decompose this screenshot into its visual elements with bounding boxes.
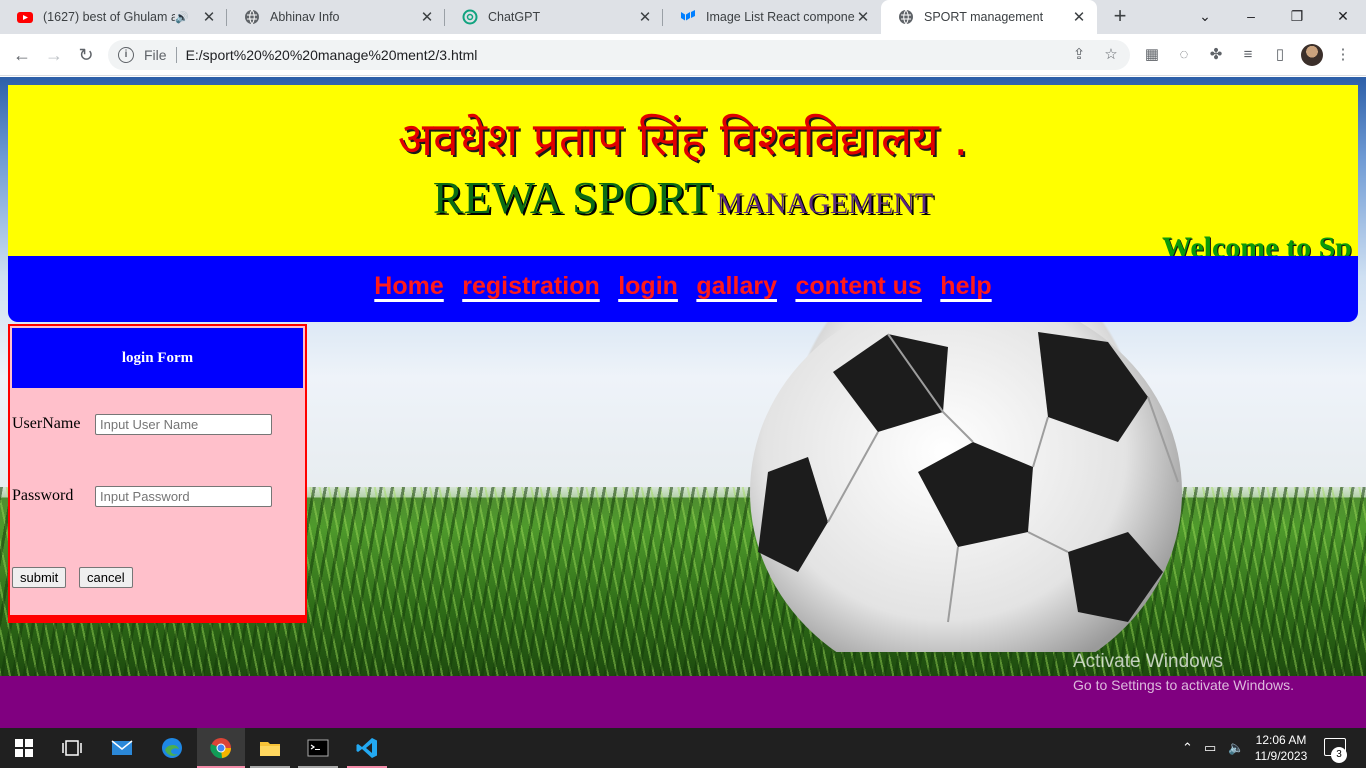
volume-icon[interactable]: 🔈: [1228, 740, 1244, 756]
tab-title: Abhinav Info: [270, 10, 340, 24]
vscode-app-button[interactable]: [343, 728, 391, 768]
tab-abhinav-info[interactable]: Abhinav Info ✕: [227, 0, 445, 34]
main-navbar: Home registration login gallary content …: [8, 256, 1358, 322]
nav-links: Home registration login gallary content …: [8, 272, 1358, 301]
menu-kebab-icon[interactable]: ⋮: [1333, 45, 1353, 65]
tab-title: Image List React component: [706, 10, 855, 24]
university-title: अवधेश प्रताप सिंह विश्वविद्यालय .: [397, 112, 969, 166]
youtube-icon: [17, 12, 33, 23]
close-tab-icon[interactable]: ✕: [1071, 8, 1087, 26]
globe-icon: [245, 9, 259, 25]
bookmark-star-icon[interactable]: ☆: [1102, 46, 1120, 64]
password-input[interactable]: [95, 486, 272, 507]
back-button[interactable]: ←: [9, 42, 35, 68]
nav-content-us-link[interactable]: content us: [795, 272, 921, 301]
address-divider: [175, 47, 177, 63]
tab-chatgpt[interactable]: ChatGPT ✕: [445, 0, 663, 34]
minimize-button[interactable]: –: [1239, 4, 1263, 28]
extension-circle-icon[interactable]: ◌: [1174, 45, 1194, 65]
mail-app-button[interactable]: [98, 728, 146, 768]
restore-button[interactable]: ❐: [1285, 4, 1309, 28]
close-tab-icon[interactable]: ✕: [637, 8, 653, 26]
terminal-icon: [307, 739, 329, 757]
clock-time: 12:06 AM: [1255, 733, 1307, 747]
windows-start-button[interactable]: [0, 728, 48, 768]
browser-toolbar: ← → ↻ i File E:/sport%20%20%20manage%20m…: [0, 34, 1366, 76]
clock-date: 11/9/2023: [1254, 749, 1308, 763]
profile-avatar[interactable]: [1301, 44, 1323, 66]
chrome-app-button[interactable]: [197, 728, 245, 768]
address-bar[interactable]: i File E:/sport%20%20%20manage%20ment2/3…: [108, 40, 1130, 70]
watermark-line-1: Activate Windows: [1073, 651, 1223, 672]
nav-login-link[interactable]: login: [618, 272, 678, 301]
tab-sport-management[interactable]: SPORT management ✕: [881, 0, 1097, 34]
address-scheme: File: [144, 47, 167, 63]
tab-title: ChatGPT: [488, 10, 541, 24]
edge-icon: [162, 738, 182, 758]
site-title-sub: MANAGEMENT: [716, 187, 934, 220]
username-label: UserName: [12, 415, 81, 432]
browser-tab-strip: (1627) best of Ghulam a 🔊 ✕ Abhinav Info…: [0, 0, 1366, 34]
file-explorer-icon: [260, 742, 280, 756]
show-hidden-icons-chevron[interactable]: ⌃: [1182, 740, 1193, 756]
extensions-puzzle-icon[interactable]: ✤: [1206, 45, 1226, 65]
vscode-icon: [356, 738, 377, 758]
nav-gallary-link[interactable]: gallary: [696, 272, 777, 301]
nav-help-link[interactable]: help: [940, 272, 991, 301]
system-clock[interactable]: 12:06 AM 11/9/2023: [1248, 732, 1314, 764]
close-window-button[interactable]: ✕: [1331, 4, 1355, 28]
reload-button[interactable]: ↻: [73, 42, 99, 68]
info-icon[interactable]: i: [118, 47, 134, 63]
address-url[interactable]: E:/sport%20%20%20manage%20ment2/3.html: [186, 47, 478, 63]
qr-code-icon[interactable]: ▦: [1142, 45, 1162, 65]
nav-home-link[interactable]: Home: [374, 272, 443, 301]
notification-count-badge: 3: [1331, 747, 1347, 763]
login-form-footer-bar: [10, 615, 305, 621]
cancel-button[interactable]: cancel: [79, 567, 133, 588]
chrome-icon: [210, 738, 232, 759]
mui-icon: [681, 10, 695, 21]
network-icon[interactable]: ▭: [1204, 740, 1216, 756]
username-input[interactable]: [95, 414, 272, 435]
close-tab-icon[interactable]: ✕: [201, 8, 217, 26]
new-tab-button[interactable]: +: [1108, 5, 1132, 29]
site-header: अवधेश प्रताप सिंह विश्वविद्यालय . REWA S…: [8, 85, 1358, 264]
share-icon[interactable]: ⇪: [1070, 46, 1088, 64]
activate-windows-watermark: Activate Windows Go to Settings to activ…: [1073, 651, 1294, 693]
task-view-icon: [62, 740, 82, 756]
terminal-app-button[interactable]: [294, 728, 342, 768]
password-label: Password: [12, 487, 74, 504]
site-title: REWA SPORT MANAGEMENT: [8, 171, 1358, 224]
task-view-button[interactable]: [48, 728, 96, 768]
submit-button[interactable]: submit: [12, 567, 67, 588]
file-explorer-button[interactable]: [246, 728, 294, 768]
watermark-line-2: Go to Settings to activate Windows.: [1073, 677, 1294, 693]
globe-icon: [899, 9, 913, 25]
tab-title: SPORT management: [924, 10, 1044, 24]
tab-title: (1627) best of Ghulam a: [43, 10, 176, 24]
tab-search-button[interactable]: ⌄: [1193, 4, 1217, 28]
soccer-ball-image: [750, 322, 1182, 652]
media-queue-icon[interactable]: ≡: [1238, 45, 1258, 65]
nav-registration-link[interactable]: registration: [462, 272, 600, 301]
page-viewport: अवधेश प्रताप सिंह विश्वविद्यालय . REWA S…: [0, 77, 1366, 728]
forward-button[interactable]: →: [41, 42, 67, 68]
edge-app-button[interactable]: [148, 728, 196, 768]
tab-image-list[interactable]: Image List React component ✕: [663, 0, 881, 34]
windows-start-icon: [15, 739, 33, 757]
close-tab-icon[interactable]: ✕: [855, 8, 871, 26]
tab-youtube[interactable]: (1627) best of Ghulam a 🔊 ✕: [0, 0, 227, 34]
login-form: login Form UserName Password submit canc…: [8, 324, 307, 623]
speaker-icon[interactable]: 🔊: [175, 11, 189, 24]
chatgpt-icon: [462, 9, 478, 25]
mail-icon: [111, 740, 133, 755]
windows-taskbar: ⌃ ▭ 🔈 12:06 AM 11/9/2023 3: [0, 728, 1366, 768]
login-form-heading: login Form: [12, 328, 303, 388]
side-panel-icon[interactable]: ▯: [1270, 45, 1290, 65]
close-tab-icon[interactable]: ✕: [419, 8, 435, 26]
site-title-main: REWA SPORT: [432, 172, 713, 223]
